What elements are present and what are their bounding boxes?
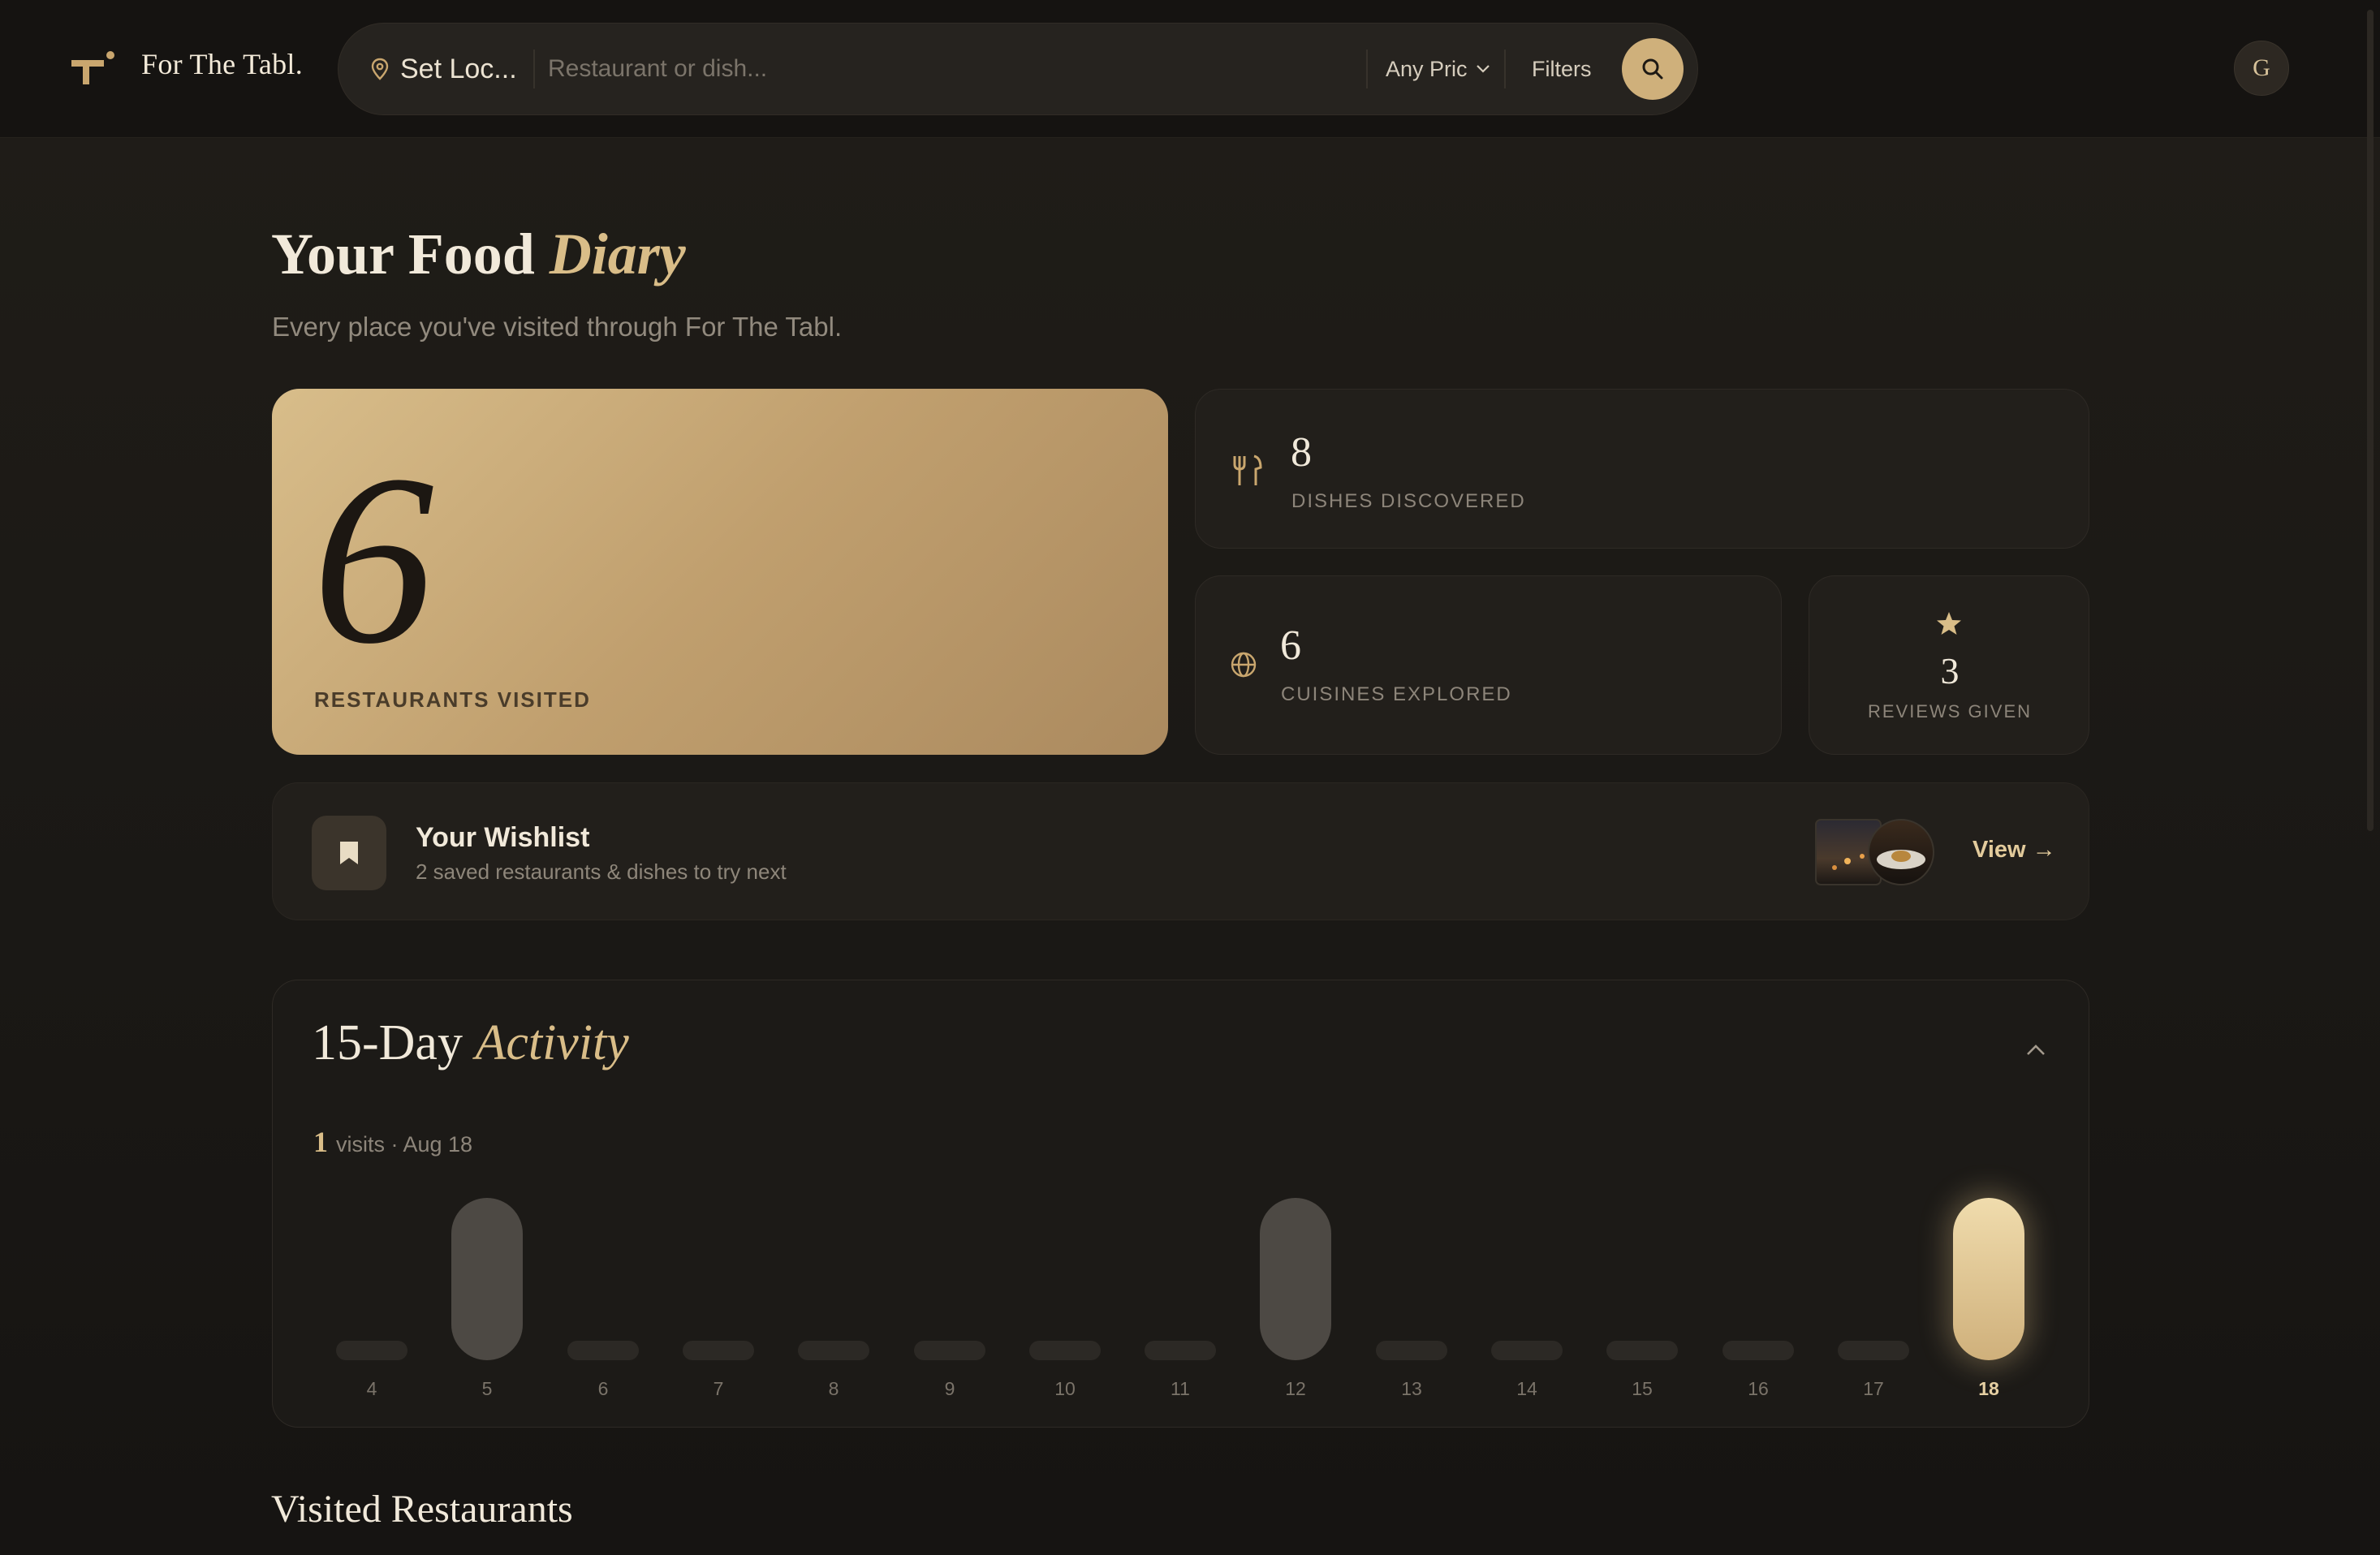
location-pin-icon [371,58,389,80]
search-input[interactable] [548,40,1692,98]
activity-day-bar[interactable] [1145,1341,1216,1360]
restaurants-visited-label: RESTAURANTS VISITED [314,687,591,712]
cuisines-explored-card: 6 CUISINES EXPLORED [1195,575,1782,755]
wishlist-view-link[interactable]: View → [1973,837,2056,864]
activity-panel: 15-Day Activity 1 visits · Aug 18 4 5 6 7 8 9 1… [272,980,2089,1428]
cuisines-explored-label: CUISINES EXPLORED [1281,683,1512,705]
activity-day-bar[interactable] [1029,1341,1101,1360]
location-picker[interactable]: Set Loc... [371,24,517,114]
activity-day-bar[interactable] [1838,1341,1909,1360]
activity-day-bar[interactable] [567,1341,639,1360]
wishlist-thumbnails [1815,819,1934,885]
wishlist-subtitle: 2 saved restaurants & dishes to try next [416,859,787,884]
activity-day-label: 18 [1978,1378,1999,1399]
dishes-discovered-label: DISHES DISCOVERED [1291,490,1526,512]
activity-day-bar[interactable] [1953,1198,2024,1360]
dishes-discovered-count: 8 [1291,429,1312,476]
activity-title: 15-Day Activity [312,1014,629,1072]
filters-button[interactable]: Filters [1532,24,1592,114]
reviews-given-count: 3 [1940,650,1960,691]
scrollbar-thumb[interactable] [2367,10,2374,831]
price-dropdown[interactable]: Any Pric [1386,24,1490,114]
user-avatar[interactable]: G [2234,41,2289,96]
activity-day-bar[interactable] [1260,1198,1331,1360]
activity-day-label: 8 [828,1378,839,1399]
reviews-given-card: 3 REVIEWS GIVEN [1809,575,2089,755]
brand-logo-icon[interactable] [71,50,117,88]
page-title-main: Your Food [271,222,550,286]
search-bar: Set Loc... Any Pric Filters [338,23,1698,115]
brand-name[interactable]: For The Tabl. [141,47,303,81]
activity-day-bar[interactable] [1722,1341,1794,1360]
activity-day-label: 11 [1171,1378,1190,1399]
activity-selected-count: 1 [313,1126,328,1158]
activity-day-label: 12 [1285,1378,1306,1399]
divider [1504,50,1506,88]
bookmark-icon [312,816,386,890]
activity-day-label: 17 [1863,1378,1884,1399]
reviews-given-label: REVIEWS GIVEN [1867,701,2033,722]
globe-icon [1231,652,1257,678]
search-icon [1642,58,1663,80]
star-icon [1937,612,1961,635]
activity-selected-desc: visits · Aug 18 [336,1132,473,1157]
page-title-accent: Diary [549,222,686,286]
divider [533,50,535,88]
activity-day-label: 4 [366,1378,377,1399]
activity-day-bar[interactable] [1491,1341,1563,1360]
restaurants-visited-count: 6 [313,424,434,694]
price-label: Any Pric [1386,56,1468,81]
activity-day-label: 15 [1632,1378,1653,1399]
top-header: For The Tabl. Set Loc... Any Pric Filter… [0,0,2380,138]
page-subtitle: Every place you've visited through For T… [272,312,843,342]
page-title: Your Food Diary [271,221,686,288]
activity-day-label: 14 [1516,1378,1537,1399]
search-button[interactable] [1622,38,1684,100]
activity-day-bar[interactable] [1376,1341,1447,1360]
activity-title-main: 15-Day [312,1015,476,1070]
activity-day-bar[interactable] [1606,1341,1678,1360]
activity-day-label: 10 [1054,1378,1076,1399]
wishlist-card[interactable]: Your Wishlist 2 saved restaurants & dish… [272,782,2089,920]
fork-knife-icon [1233,454,1262,485]
activity-day-label: 13 [1401,1378,1422,1399]
filters-label: Filters [1532,56,1592,81]
wishlist-title: Your Wishlist [416,822,590,853]
activity-day-bar[interactable] [914,1341,985,1360]
activity-day-bar[interactable] [798,1341,869,1360]
activity-day-bar[interactable] [683,1341,754,1360]
activity-day-label: 7 [713,1378,724,1399]
activity-selected-summary: 1 visits · Aug 18 [313,1125,472,1159]
activity-title-accent: Activity [475,1015,629,1070]
activity-day-bar[interactable] [336,1341,407,1360]
chevron-up-icon[interactable] [2024,1042,2047,1058]
activity-day-bar[interactable] [451,1198,523,1360]
activity-day-label: 5 [481,1378,493,1399]
activity-day-label: 6 [597,1378,609,1399]
divider [1366,50,1368,88]
dishes-discovered-card: 8 DISHES DISCOVERED [1195,389,2089,549]
cuisines-explored-count: 6 [1280,622,1301,669]
activity-day-label: 16 [1748,1378,1769,1399]
restaurants-visited-card: 6 RESTAURANTS VISITED [272,389,1168,755]
activity-day-label: 9 [944,1378,955,1399]
visited-restaurants-heading: Visited Restaurants [271,1488,573,1531]
chevron-down-icon [1476,65,1490,73]
location-label: Set Loc... [400,53,517,84]
